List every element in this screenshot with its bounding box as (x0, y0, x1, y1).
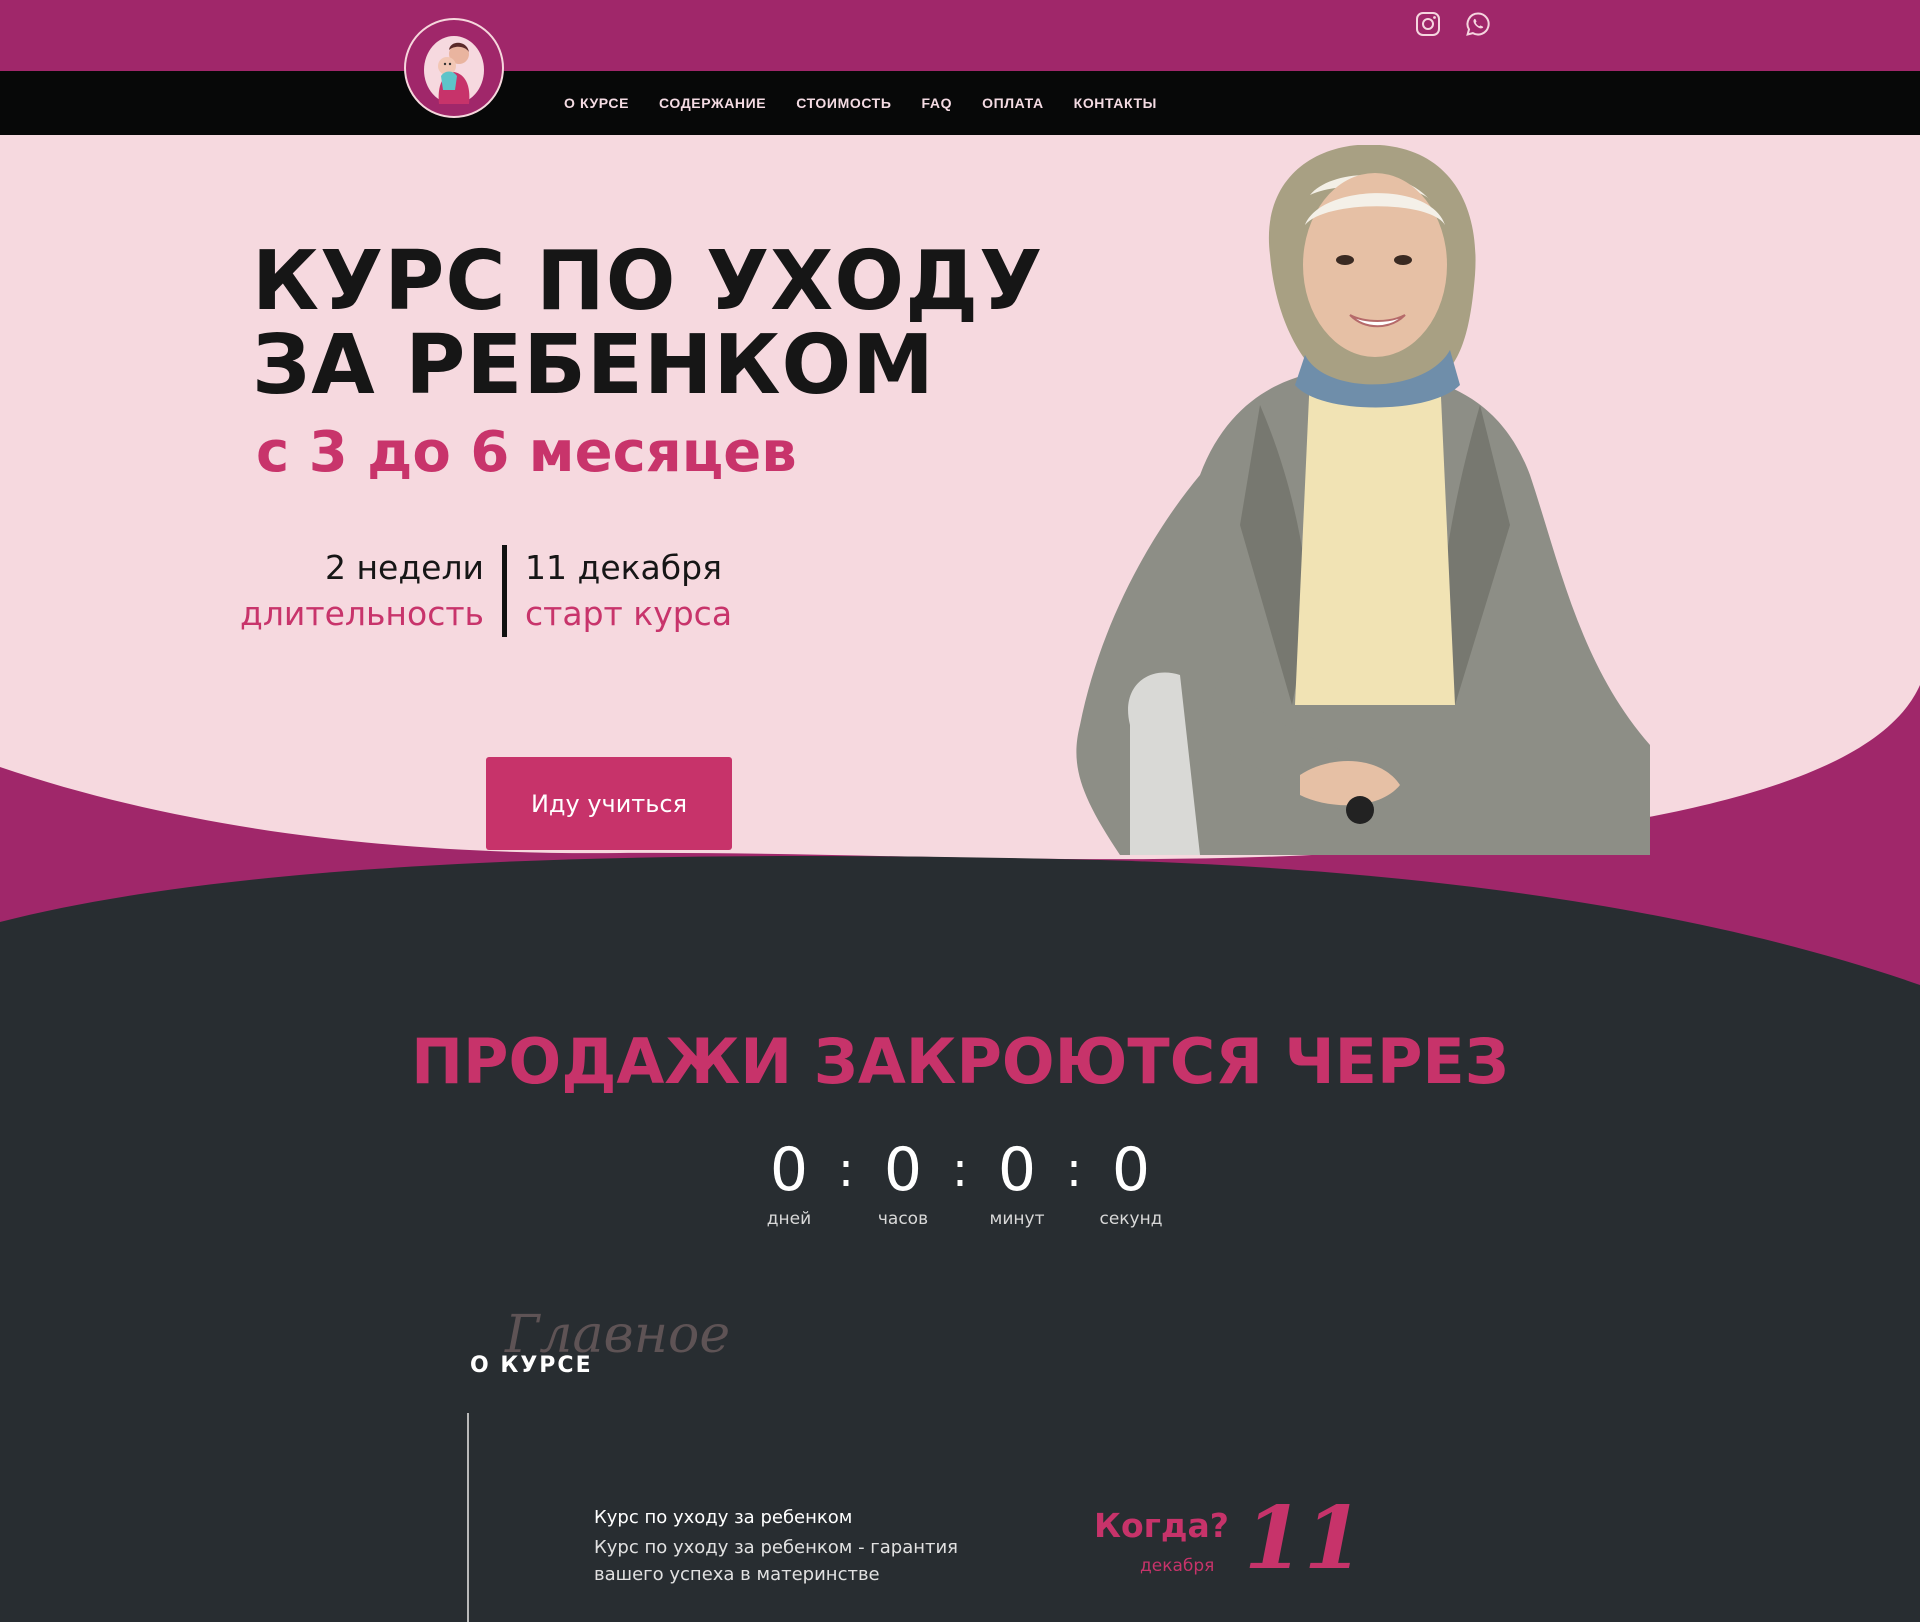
when-month: декабря (1140, 1556, 1215, 1576)
start-stat: 11 декабря старт курса (502, 545, 732, 637)
instagram-icon[interactable] (1412, 8, 1444, 40)
countdown-days: 0 дней (749, 1135, 829, 1229)
nav-item-contents[interactable]: СОДЕРЖАНИЕ (659, 95, 766, 111)
countdown-separator: : (951, 1142, 969, 1198)
course-stats: 2 недели длительность 11 декабря старт к… (240, 545, 732, 637)
minutes-value: 0 (997, 1135, 1037, 1205)
hours-label: часов (877, 1209, 929, 1229)
start-value: 11 декабря (525, 548, 722, 587)
top-bar (0, 0, 1920, 71)
logo[interactable] (404, 18, 504, 118)
hero-subtitle: с 3 до 6 месяцев (256, 420, 797, 485)
seconds-label: секунд (1099, 1209, 1163, 1229)
nav-item-faq[interactable]: FAQ (922, 95, 953, 111)
hero-title-line2: ЗА РЕБЕНКОМ (252, 318, 935, 413)
countdown-separator: : (1065, 1142, 1083, 1198)
main-nav: О КУРСЕ СОДЕРЖАНИЕ СТОИМОСТЬ FAQ ОПЛАТА … (564, 71, 1187, 135)
nav-item-price[interactable]: СТОИМОСТЬ (796, 95, 891, 111)
about-section-label: О КУРСЕ (470, 1353, 593, 1378)
countdown-minutes: 0 минут (977, 1135, 1057, 1229)
section-divider (467, 1413, 469, 1622)
hero-title: КУРС ПО УХОДУ ЗА РЕБЕНКОМ (252, 240, 1043, 408)
days-value: 0 (769, 1135, 809, 1205)
nav-item-contacts[interactable]: КОНТАКТЫ (1074, 95, 1157, 111)
nav-item-about[interactable]: О КУРСЕ (564, 95, 629, 111)
enroll-button[interactable]: Иду учиться (486, 757, 732, 850)
mother-child-logo-icon (424, 36, 484, 104)
about-text: Курс по уходу за ребенком - гарантия ваш… (594, 1537, 959, 1585)
about-title: Курс по уходу за ребенком (594, 1507, 853, 1528)
days-label: дней (766, 1209, 812, 1229)
when-question: Когда? (1094, 1506, 1229, 1545)
when-day: 11 (1244, 1488, 1364, 1589)
start-label: старт курса (525, 594, 733, 633)
nav-item-payment[interactable]: ОПЛАТА (982, 95, 1044, 111)
whatsapp-icon[interactable] (1462, 8, 1494, 40)
countdown-hours: 0 часов (863, 1135, 943, 1229)
hero-title-line1: КУРС ПО УХОДУ (252, 234, 1044, 329)
minutes-label: минут (989, 1209, 1045, 1229)
countdown-seconds: 0 секунд (1091, 1135, 1171, 1229)
duration-stat: 2 недели длительность (240, 545, 502, 637)
countdown-separator: : (837, 1142, 855, 1198)
instructor-photo (1076, 145, 1650, 855)
hours-value: 0 (883, 1135, 923, 1205)
countdown-title: ПРОДАЖИ ЗАКРОЮТСЯ ЧЕРЕЗ (411, 1025, 1509, 1098)
countdown-timer: 0 дней : 0 часов : 0 минут : 0 секунд (0, 1135, 1920, 1229)
duration-label: длительность (240, 594, 485, 633)
seconds-value: 0 (1111, 1135, 1151, 1205)
duration-value: 2 недели (324, 548, 485, 587)
